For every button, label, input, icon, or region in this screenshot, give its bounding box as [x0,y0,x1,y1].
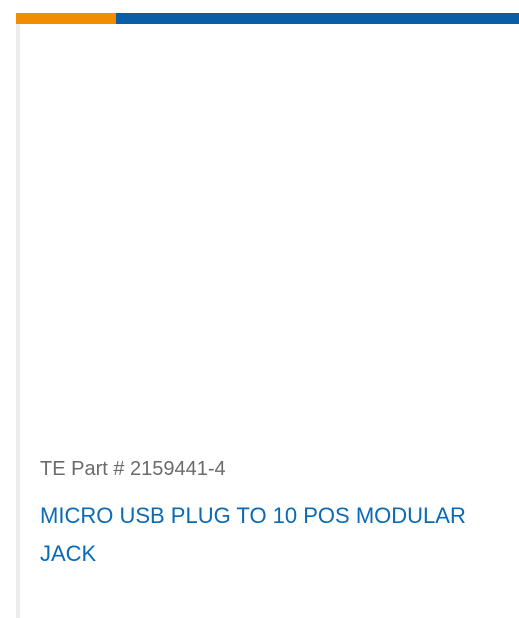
product-image-area[interactable] [20,24,519,444]
accent-bar-blue-segment [116,13,519,24]
product-title-link[interactable]: MICRO USB PLUG TO 10 POS MODULAR JACK [40,497,470,573]
product-card[interactable]: TE Part # 2159441-4 MICRO USB PLUG TO 10… [16,13,519,618]
card-accent-bar [16,13,519,24]
part-number-label: TE Part # 2159441-4 [40,458,226,480]
accent-bar-orange-segment [16,13,116,24]
